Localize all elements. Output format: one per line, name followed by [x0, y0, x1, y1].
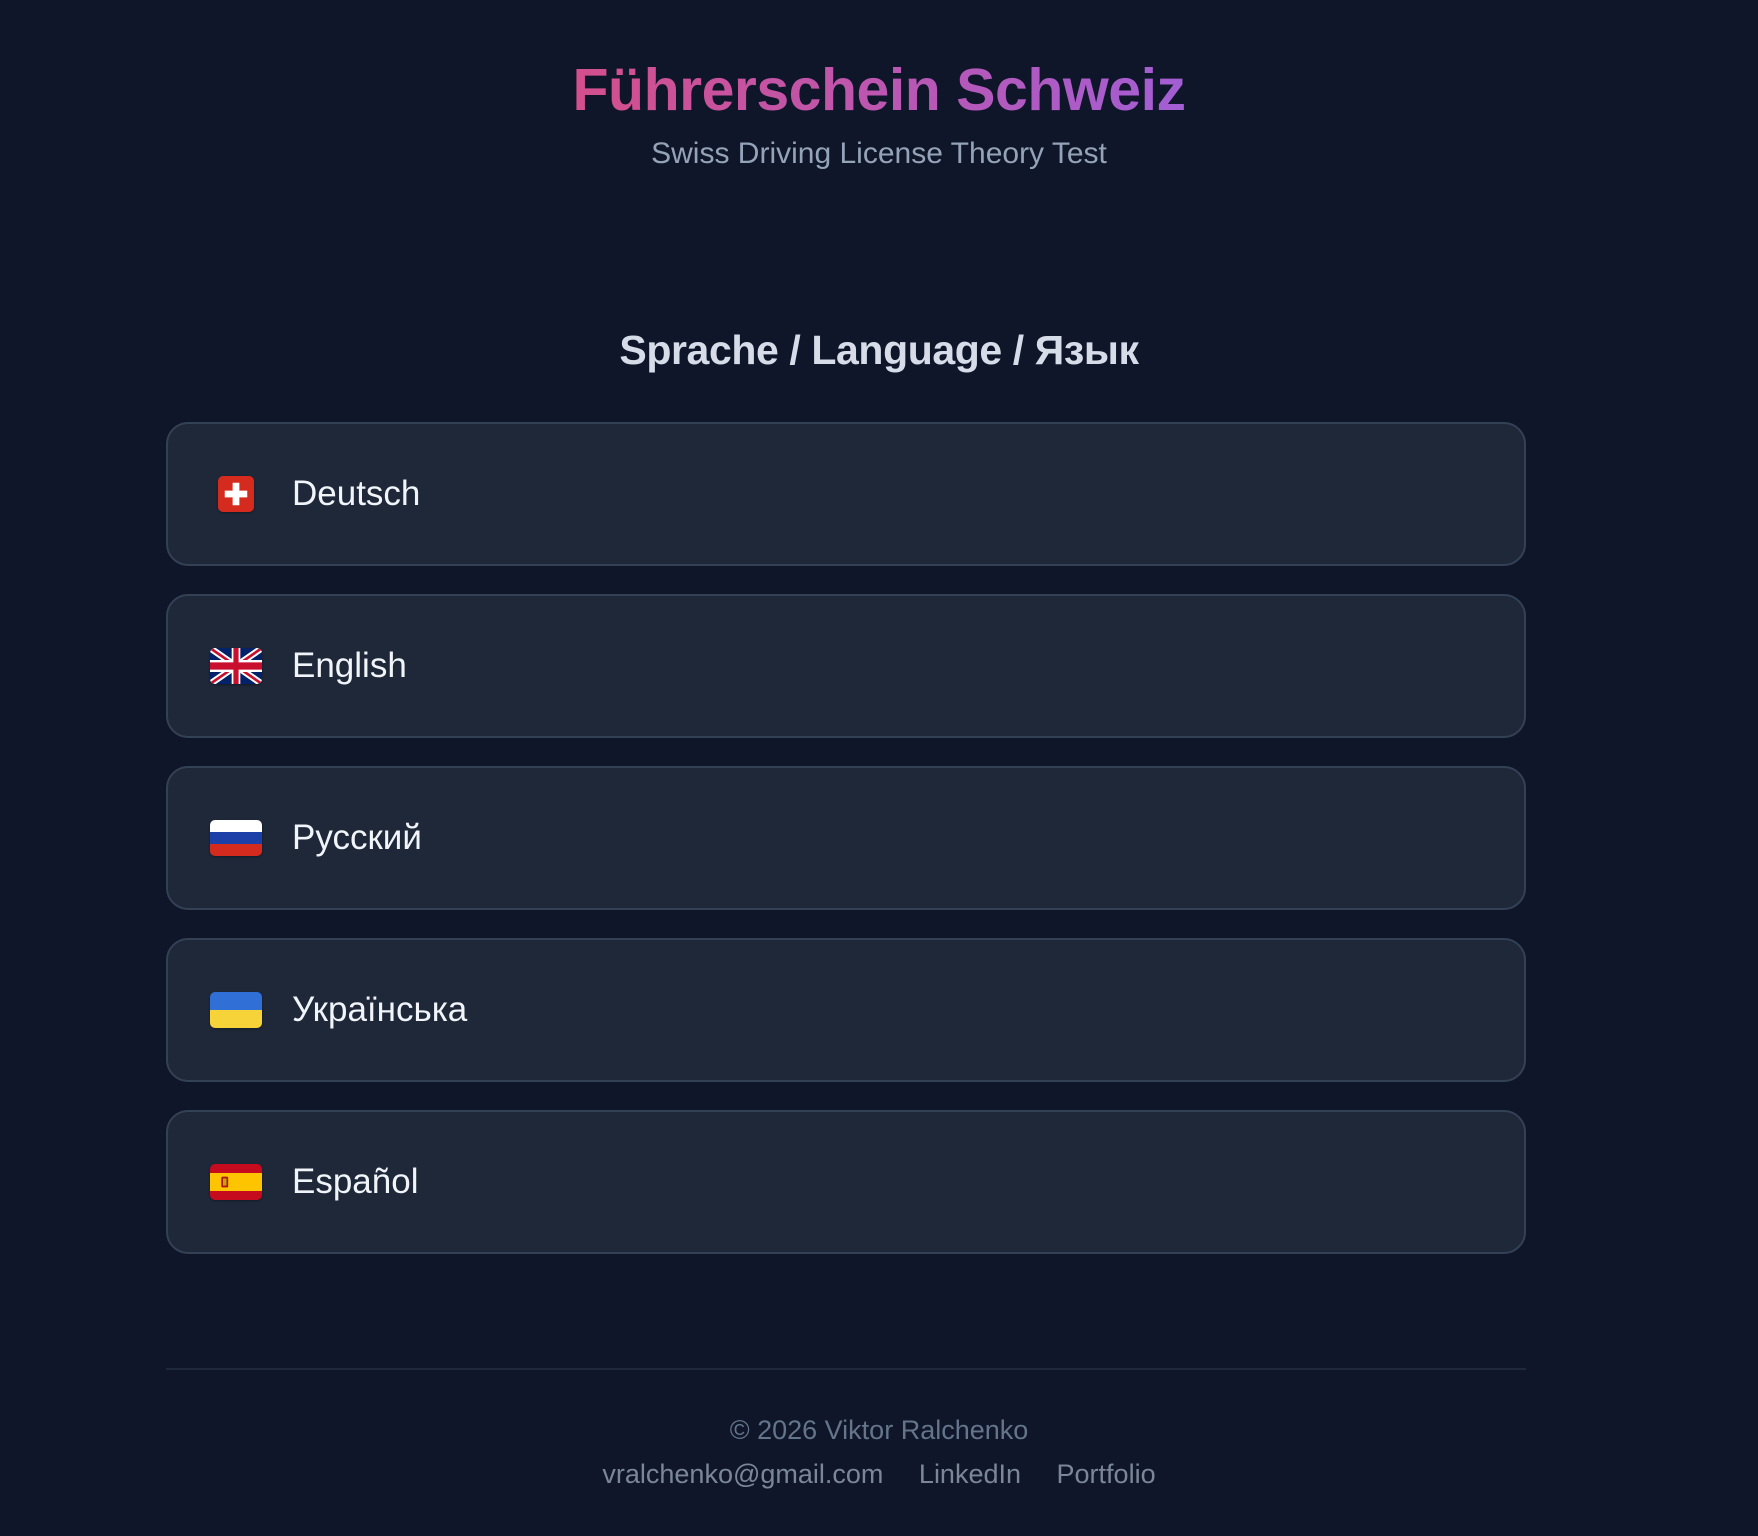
switzerland-flag-icon — [218, 476, 254, 512]
page: Führerschein Schweiz Swiss Driving Licen… — [0, 0, 1758, 1536]
russia-flag-icon — [210, 820, 262, 856]
language-option-english[interactable]: English — [166, 594, 1526, 738]
app-subtitle: Swiss Driving License Theory Test — [651, 137, 1107, 170]
language-label: Español — [292, 1162, 419, 1201]
portfolio-link[interactable]: Portfolio — [1057, 1459, 1156, 1489]
language-label: Deutsch — [292, 474, 421, 513]
language-section-title: Sprache / Language / Язык — [619, 327, 1139, 373]
language-label: English — [292, 646, 407, 685]
copyright-text: © 2026 Viktor Ralchenko — [729, 1415, 1029, 1445]
united-kingdom-flag-icon — [210, 648, 262, 684]
spain-flag-icon — [210, 1164, 262, 1200]
language-option-ukrainian[interactable]: Українська — [166, 938, 1526, 1082]
footer-divider — [166, 1368, 1526, 1370]
header: Führerschein Schweiz Swiss Driving Licen… — [0, 52, 1758, 174]
language-option-russian[interactable]: Русский — [166, 766, 1526, 910]
ukraine-flag-icon — [210, 992, 262, 1028]
language-option-spanish[interactable]: Español — [166, 1110, 1526, 1254]
footer: © 2026 Viktor Ralchenko vralchenko@gmail… — [0, 1412, 1758, 1492]
language-option-deutsch[interactable]: Deutsch — [166, 422, 1526, 566]
footer-links: vralchenko@gmail.com LinkedIn Portfolio — [0, 1456, 1758, 1492]
language-list: Deutsch English Русский Українська Españ… — [166, 422, 1526, 1282]
email-link[interactable]: vralchenko@gmail.com — [602, 1459, 883, 1489]
language-label: Русский — [292, 818, 422, 857]
linkedin-link[interactable]: LinkedIn — [919, 1459, 1021, 1489]
app-title: Führerschein Schweiz — [573, 52, 1186, 128]
language-label: Українська — [292, 990, 468, 1029]
